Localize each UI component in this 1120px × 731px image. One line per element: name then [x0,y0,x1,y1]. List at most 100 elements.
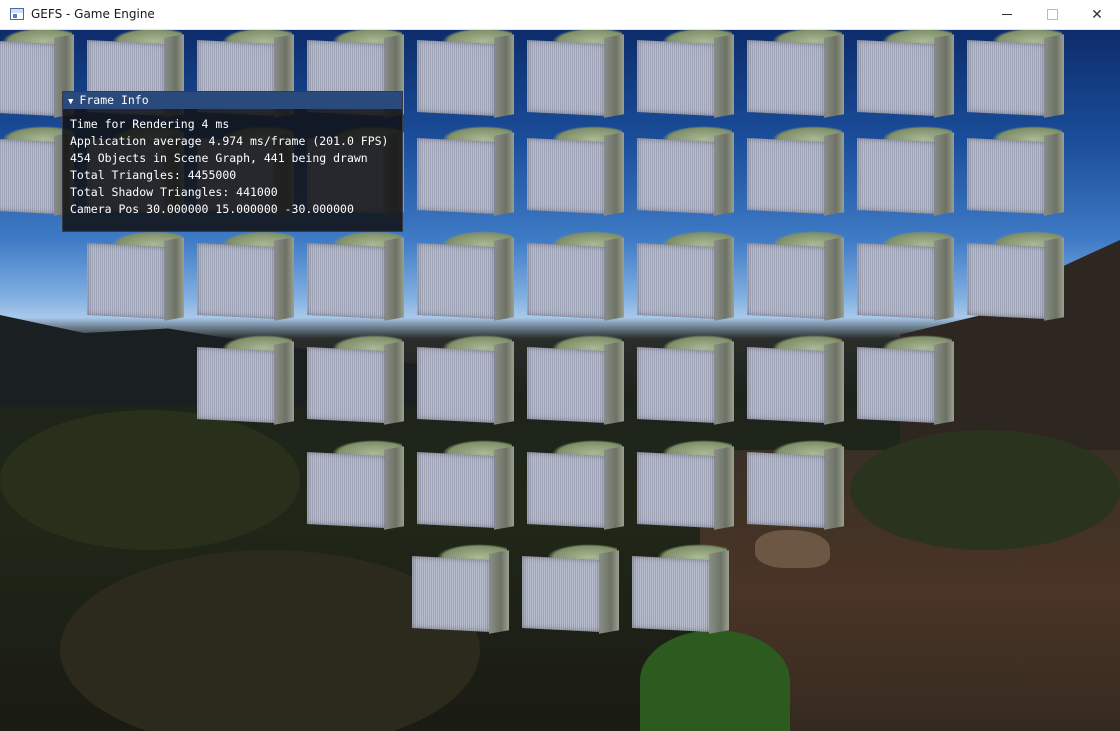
close-button[interactable]: ✕ [1074,0,1120,29]
scene-cube [852,335,962,429]
cube-side [384,341,404,425]
scene-graph-text: 454 Objects in Scene Graph, 441 being dr… [70,151,368,165]
maximize-icon [1046,9,1058,20]
cube-face [412,555,490,633]
cube-face [417,137,495,215]
cube-side [384,446,404,530]
scene-cube [522,440,632,534]
scene-cube [742,30,852,122]
cube-face [632,555,710,633]
scene-cube [192,335,302,429]
cube-side [494,132,514,216]
cube-face [417,242,495,320]
cube-side [1044,237,1064,321]
cube-face [307,346,385,424]
cube-face [747,137,825,215]
cube-face [967,39,1045,117]
cube-side [489,550,509,634]
cube-side [604,341,624,425]
cube-side [604,446,624,530]
app-window-icon [10,8,24,20]
cube-face [522,555,600,633]
cube-face [637,39,715,117]
shrub [0,410,300,550]
frame-info-header[interactable]: ▼ Frame Info [63,92,402,109]
collapse-arrow-icon[interactable]: ▼ [68,94,73,111]
window-title: GEFS - Game Engine [31,7,155,21]
scene-cube [302,440,412,534]
minimize-button[interactable] [984,0,1030,29]
scene-cube [412,440,522,534]
cube-face [747,242,825,320]
scene-cube [627,544,737,638]
maximize-button[interactable] [1029,0,1075,29]
cube-face [857,39,935,117]
cube-face [307,242,385,320]
scene-cube [852,231,962,325]
scene-cube [82,231,192,325]
scene-cube [632,30,742,122]
green-bush [640,630,790,731]
cube-face [417,39,495,117]
scene-cube [412,335,522,429]
cube-side [934,34,954,118]
cube-side [714,446,734,530]
cube-face [197,242,275,320]
scene-cube [742,335,852,429]
frame-info-body: Time for Rendering 4 ms Application aver… [63,109,402,218]
scene-cube [192,231,302,325]
scene-cube [632,126,742,220]
cube-face [637,242,715,320]
cube-face [197,346,275,424]
scene-cube [522,335,632,429]
cube-side [494,341,514,425]
cube-side [494,237,514,321]
close-icon: ✕ [1091,6,1103,23]
cube-face [637,137,715,215]
scene-cube [852,126,962,220]
cube-side [1044,34,1064,118]
cube-face [527,39,605,117]
scene-cube [742,126,852,220]
scene-cube [632,335,742,429]
cube-side [494,34,514,118]
scene-cube [962,126,1072,220]
cube-face [417,451,495,529]
cube-side [714,237,734,321]
cube-face [527,451,605,529]
camera-pos-text: Camera Pos 30.000000 15.000000 -30.00000… [70,202,354,216]
cube-side [709,550,729,634]
cube-side [934,132,954,216]
cube-side [714,34,734,118]
total-triangles-text: Total Triangles: 4455000 [70,168,237,182]
cube-side [1044,132,1064,216]
shrub [850,430,1120,550]
cube-side [274,237,294,321]
frame-info-panel[interactable]: ▼ Frame Info Time for Rendering 4 ms Appl… [62,91,403,232]
frame-info-title: Frame Info [79,93,149,107]
render-time-text: Time for Rendering 4 ms [70,117,230,131]
cube-side [599,550,619,634]
cube-face [967,242,1045,320]
cube-side [714,132,734,216]
scene-cube [522,30,632,122]
scene-cube [302,231,412,325]
scene-cube [412,30,522,122]
window-titlebar[interactable]: GEFS - Game Engine ✕ [0,0,1120,30]
scene-cube [522,231,632,325]
cube-side [384,237,404,321]
cube-side [824,446,844,530]
scene-cube [407,544,517,638]
fps-text: Application average 4.974 ms/frame (201.… [70,134,389,148]
cube-side [824,237,844,321]
cube-side [824,341,844,425]
cube-face [527,137,605,215]
cube-side [934,237,954,321]
scene-cube [632,231,742,325]
cube-side [274,341,294,425]
scene-cube [962,30,1072,122]
scene-cube [632,440,742,534]
cube-face [747,451,825,529]
cube-side [604,132,624,216]
cube-side [824,34,844,118]
